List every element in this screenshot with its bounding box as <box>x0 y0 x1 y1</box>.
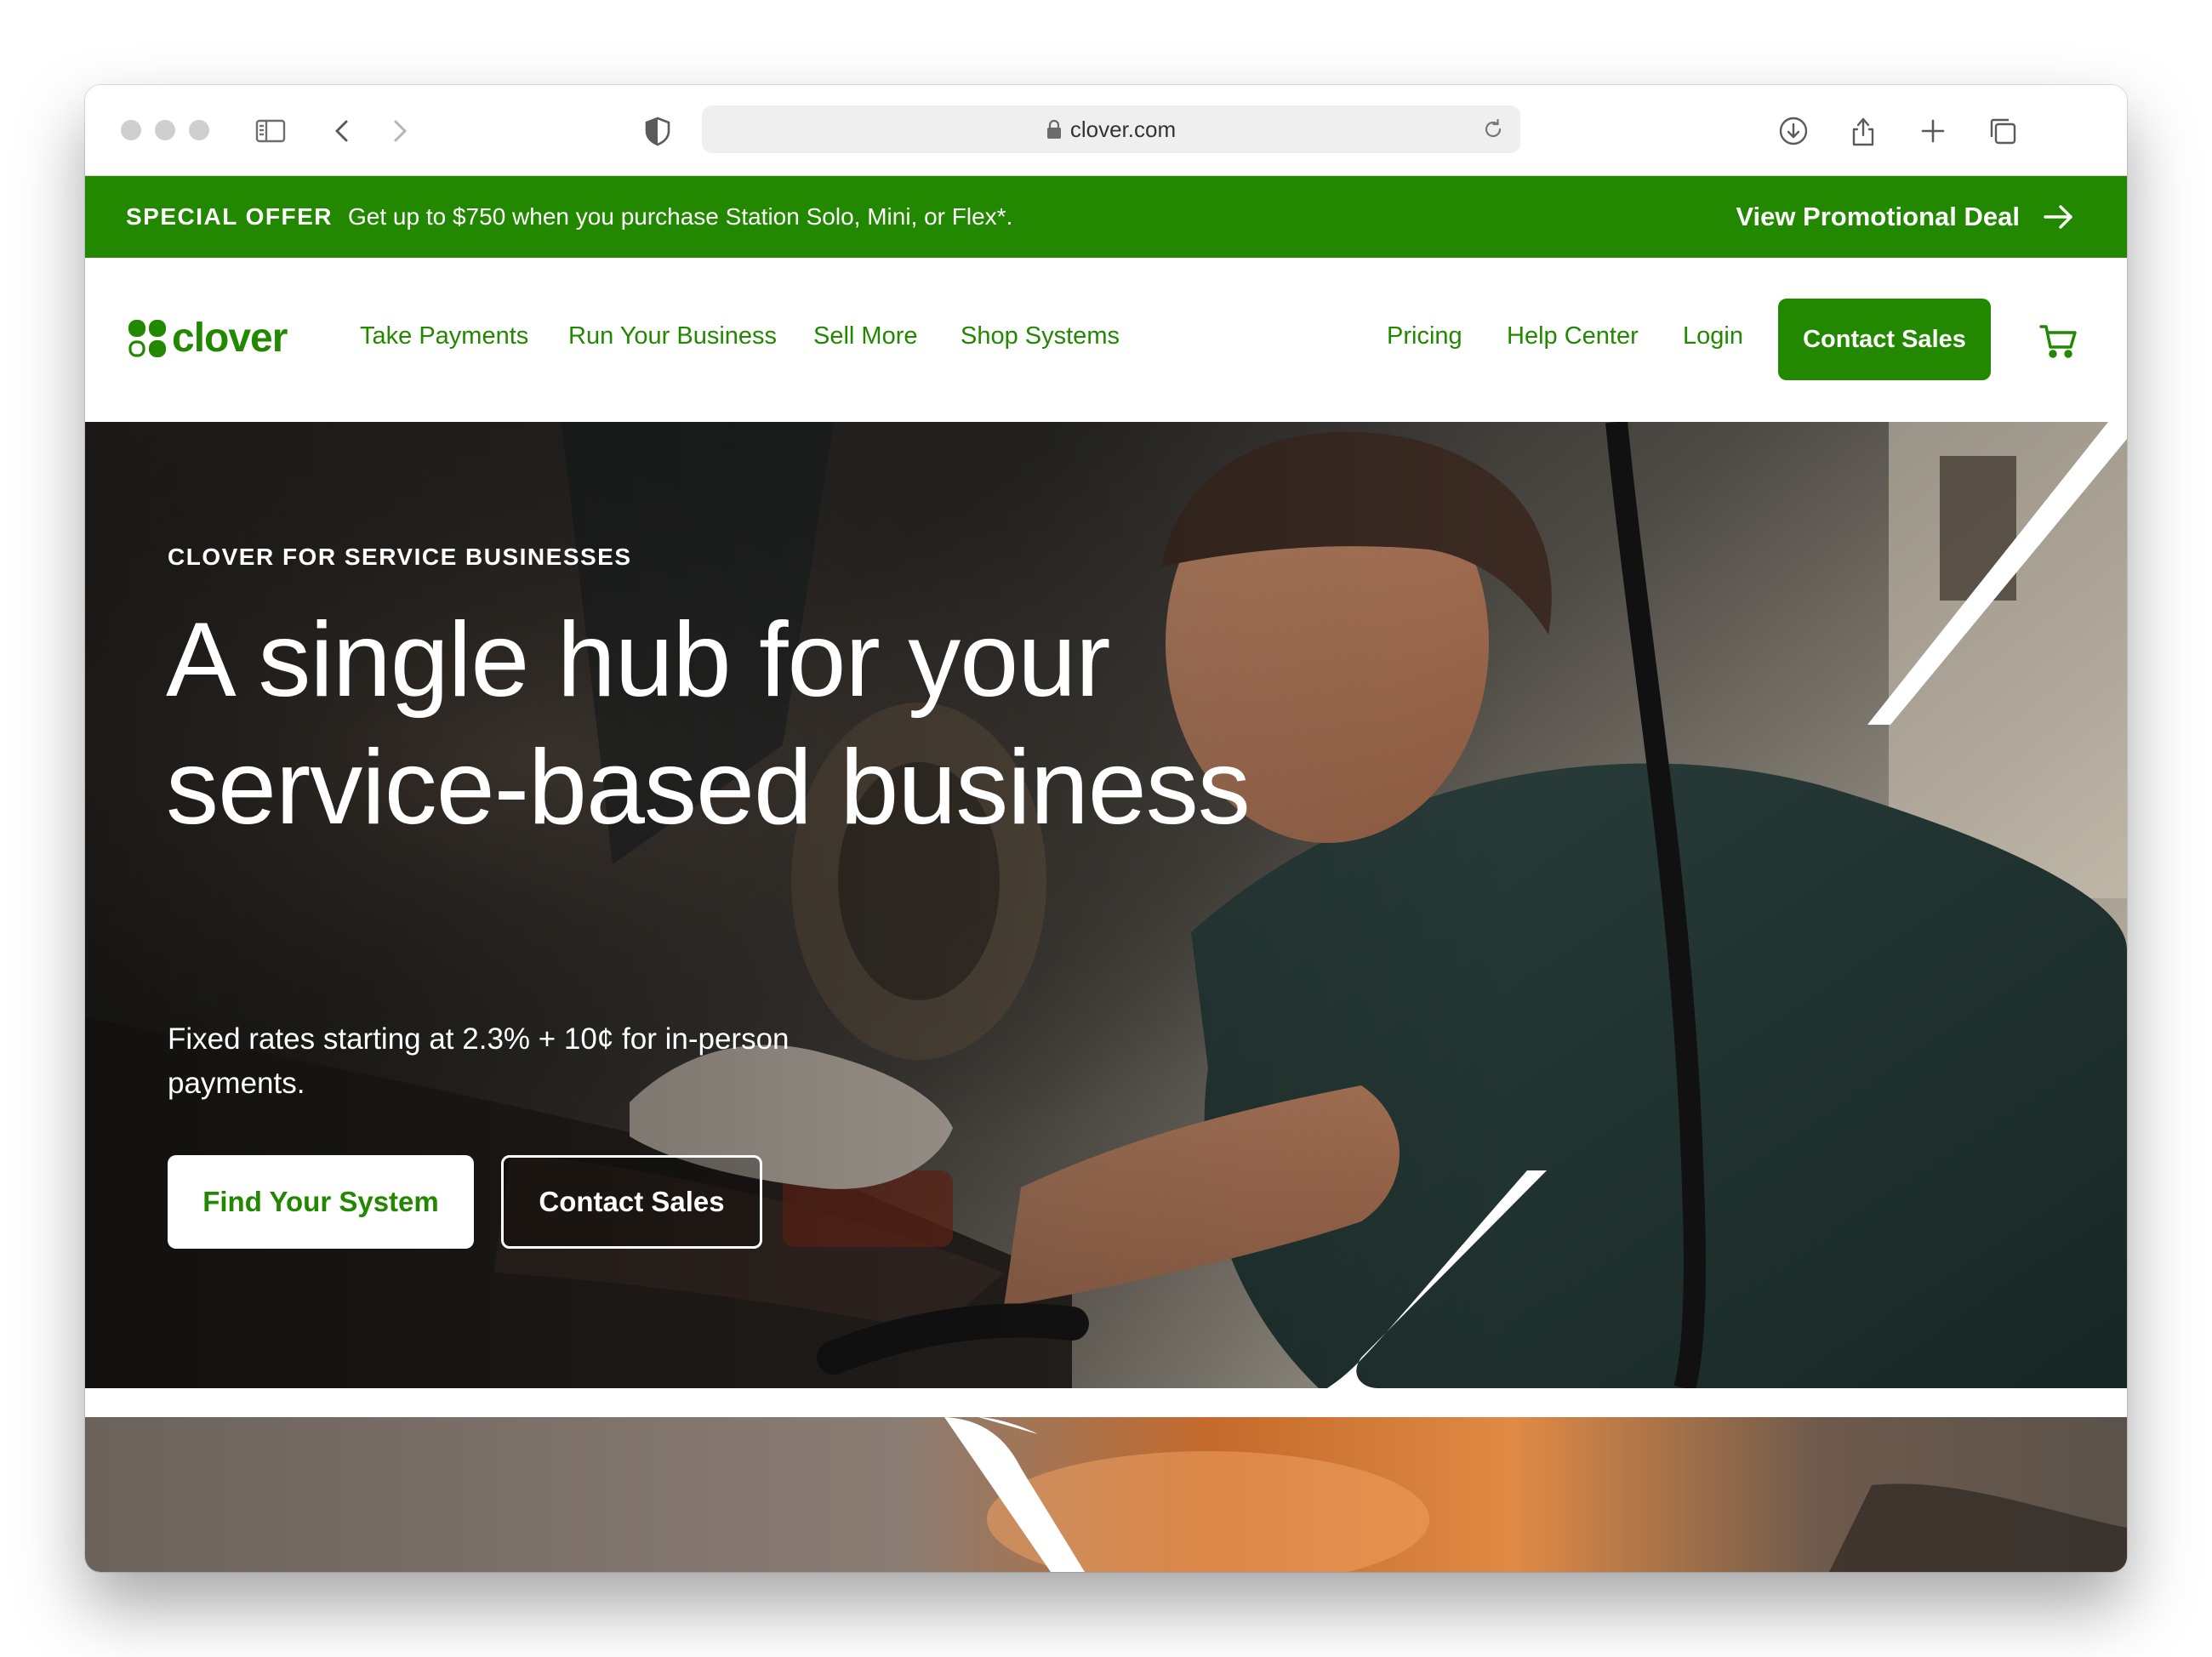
find-your-system-button[interactable]: Find Your System <box>168 1155 474 1249</box>
nav-run-your-business[interactable]: Run Your Business <box>568 322 777 350</box>
hero-section: CLOVER FOR SERVICE BUSINESSES A single h… <box>85 422 2127 1572</box>
lock-icon <box>1046 119 1061 139</box>
hero-eyebrow: CLOVER FOR SERVICE BUSINESSES <box>168 544 632 570</box>
sidebar-icon[interactable] <box>252 112 289 150</box>
promo-text: Get up to $750 when you purchase Station… <box>348 203 1013 230</box>
back-icon[interactable] <box>324 112 362 150</box>
nav-take-payments[interactable]: Take Payments <box>360 322 528 350</box>
nav-login[interactable]: Login <box>1683 322 1743 350</box>
minimize-window-button[interactable] <box>155 120 175 140</box>
arrow-right-icon <box>2044 205 2072 229</box>
zoom-window-button[interactable] <box>189 120 209 140</box>
clover-logo-icon <box>128 320 166 357</box>
promo-link-label: View Promotional Deal <box>1736 202 2020 231</box>
address-bar[interactable]: clover.com <box>702 105 1520 153</box>
reload-icon[interactable] <box>1481 117 1505 141</box>
shield-icon[interactable] <box>639 112 676 150</box>
download-icon[interactable] <box>1775 112 1812 150</box>
hero-contact-sales-button[interactable]: Contact Sales <box>501 1155 762 1249</box>
nav-pricing[interactable]: Pricing <box>1387 322 1462 350</box>
browser-window: clover.com SPECIAL OFFER Get up to $750 … <box>85 85 2127 1572</box>
logo-text: clover <box>172 316 288 361</box>
hero-photo <box>85 422 2127 1572</box>
nav-sell-more[interactable]: Sell More <box>813 322 918 350</box>
browser-toolbar: clover.com <box>85 85 2127 176</box>
main-nav: clover Take Payments Run Your Business S… <box>85 258 2127 422</box>
promo-tag: SPECIAL OFFER <box>126 203 334 230</box>
view-promotional-deal-link[interactable]: View Promotional Deal <box>1736 176 2078 258</box>
clover-logo[interactable]: clover <box>126 316 288 361</box>
contact-sales-button[interactable]: Contact Sales <box>1778 299 1991 380</box>
window-controls <box>121 120 209 140</box>
hero-subtitle: Fixed rates starting at 2.3% + 10¢ for i… <box>168 1022 790 1100</box>
url-text: clover.com <box>1069 116 1177 142</box>
share-icon[interactable] <box>1844 112 1882 150</box>
cart-icon[interactable] <box>2038 322 2078 360</box>
promo-banner: SPECIAL OFFER Get up to $750 when you pu… <box>85 176 2127 258</box>
nav-help-center[interactable]: Help Center <box>1507 322 1639 350</box>
hero-title: A single hub for your service-based busi… <box>166 601 1251 846</box>
tabs-icon[interactable] <box>1984 112 2021 150</box>
nav-shop-systems[interactable]: Shop Systems <box>961 322 1120 350</box>
new-tab-icon[interactable] <box>1914 112 1952 150</box>
forward-icon[interactable] <box>380 112 418 150</box>
close-window-button[interactable] <box>121 120 141 140</box>
